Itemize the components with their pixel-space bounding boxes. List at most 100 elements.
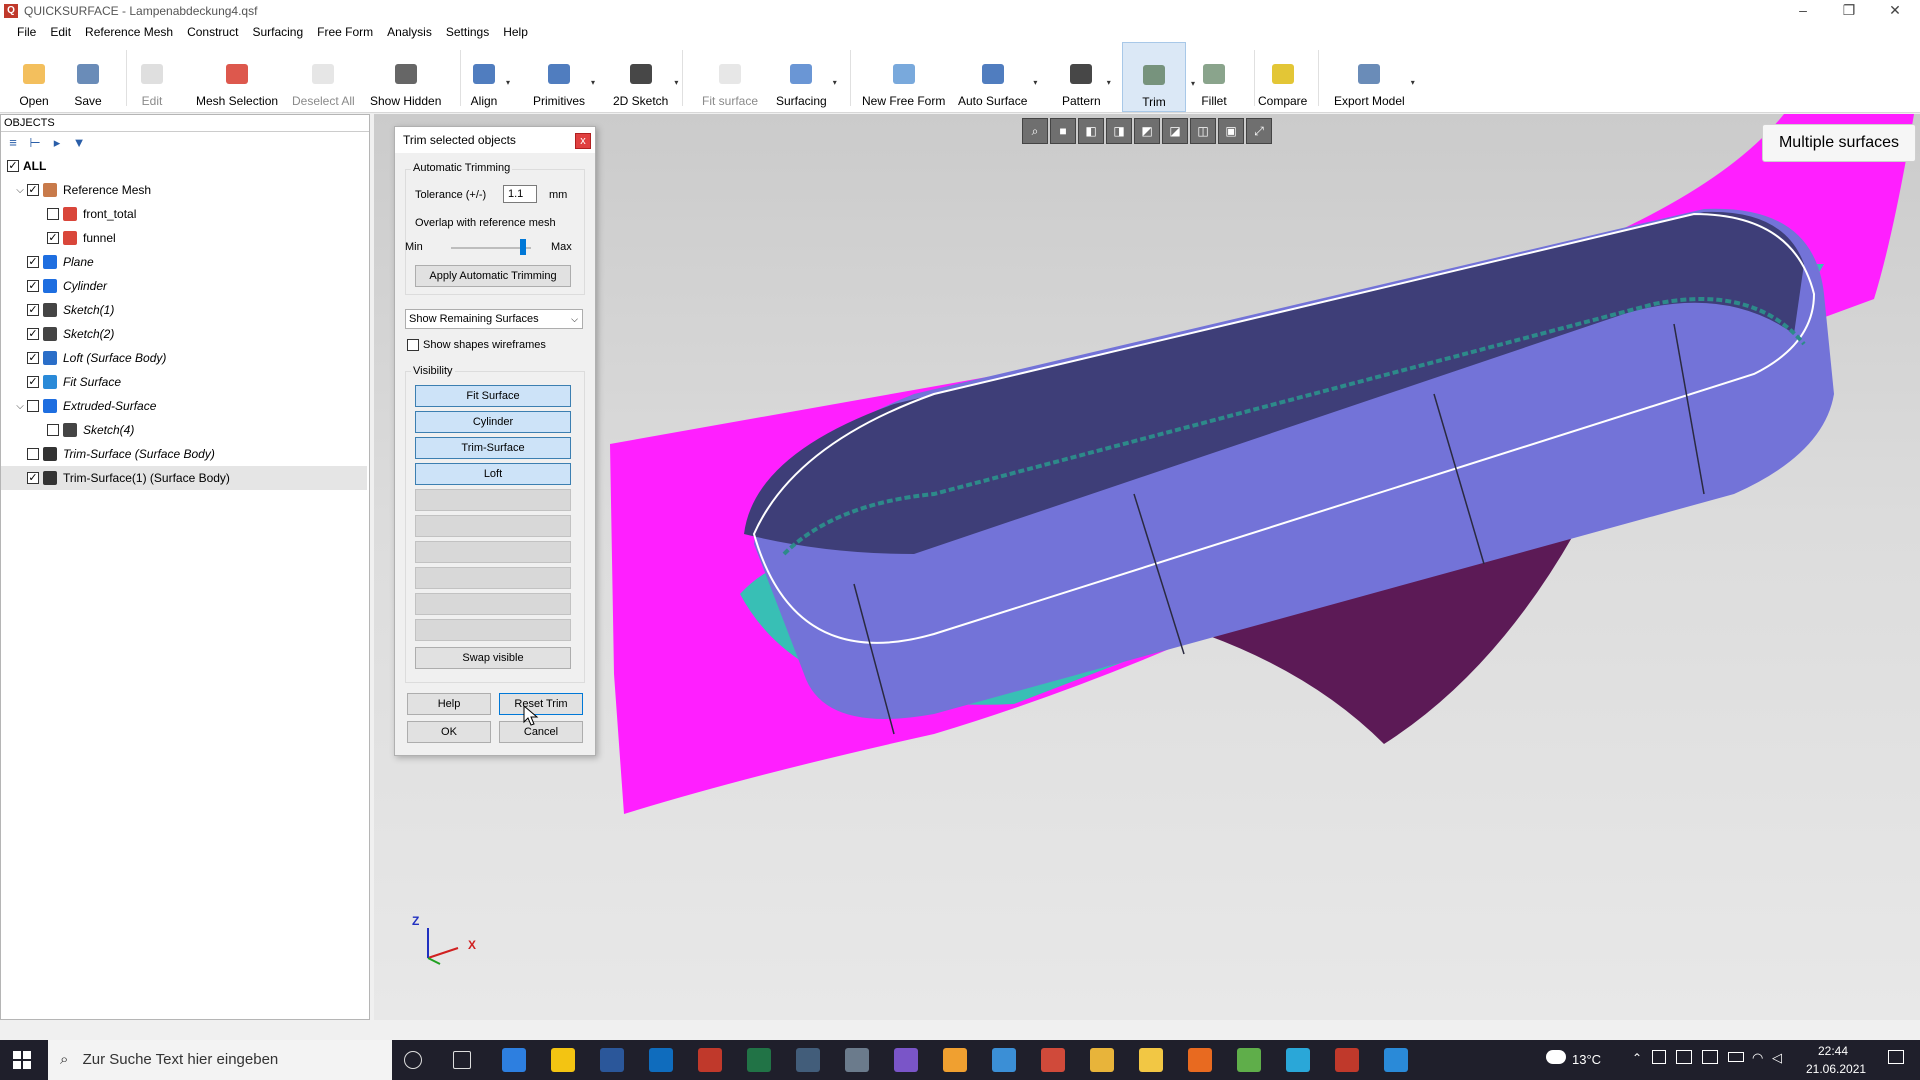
toolbar-export-model-button[interactable]: Export Model ▾	[1334, 42, 1415, 112]
tree-item[interactable]: ⌵ Extruded-Surface	[1, 394, 367, 418]
clock-date[interactable]: 21.06.2021	[1806, 1062, 1866, 1076]
taskbar-search[interactable]: ⌕ Zur Suche Text hier eingeben	[48, 1040, 392, 1080]
dropdown-arrow-icon[interactable]: ▾	[674, 78, 678, 87]
dropdown-arrow-icon[interactable]: ▾	[506, 78, 510, 87]
phone-icon[interactable]	[502, 1048, 526, 1072]
filter-icon[interactable]: ▼	[71, 136, 87, 150]
wireframes-option[interactable]: Show shapes wireframes	[407, 339, 546, 351]
c-app-icon[interactable]	[1286, 1048, 1310, 1072]
swap-visible-button[interactable]: Swap visible	[415, 647, 571, 669]
tree-item[interactable]: ✓ ALL	[1, 154, 367, 178]
word-icon[interactable]	[600, 1048, 624, 1072]
model-render[interactable]	[374, 114, 1920, 1020]
volume-icon[interactable]: ◁	[1772, 1050, 1782, 1066]
menu-reference-mesh[interactable]: Reference Mesh	[78, 22, 180, 42]
restore-button[interactable]: ❐	[1826, 0, 1872, 22]
dropdown-arrow-icon[interactable]: ▾	[1033, 78, 1037, 87]
tree-item[interactable]: ✓ Loft (Surface Body)	[1, 346, 367, 370]
toolbar-save-button[interactable]: Save	[72, 42, 104, 112]
toolbar-show-hidden-button[interactable]: Show Hidden	[370, 42, 441, 112]
3d-viewport[interactable]	[374, 114, 1920, 1020]
wifi-icon[interactable]: ◠	[1752, 1050, 1763, 1066]
notes-icon[interactable]	[943, 1048, 967, 1072]
view-button-5[interactable]: ◪	[1162, 118, 1188, 144]
dropdown-arrow-icon[interactable]: ▾	[1107, 78, 1111, 87]
toolbar-fit-surface-button[interactable]: Fit surface	[702, 42, 758, 112]
tree-item-checkbox[interactable]: ✓	[27, 256, 39, 268]
ok-button[interactable]: OK	[407, 721, 491, 743]
reset-trim-button[interactable]: Reset Trim	[499, 693, 583, 715]
bird-icon[interactable]	[992, 1048, 1016, 1072]
menu-file[interactable]: File	[10, 22, 43, 42]
norton-icon[interactable]	[551, 1048, 575, 1072]
dropdown-arrow-icon[interactable]: ▾	[1411, 78, 1415, 87]
toolbar-trim-button[interactable]: Trim ▾	[1122, 42, 1195, 112]
list-view-icon[interactable]: ≡	[5, 136, 21, 150]
menu-free-form[interactable]: Free Form	[310, 22, 380, 42]
toolbar-surfacing-button[interactable]: Surfacing ▾	[776, 42, 837, 112]
close-button[interactable]: ✕	[1872, 0, 1918, 22]
tray-icon-2[interactable]	[1676, 1050, 1692, 1064]
visibility-fit-surface-button[interactable]: Fit Surface	[415, 385, 571, 407]
tree-item[interactable]: Trim-Surface (Surface Body)	[1, 442, 367, 466]
view-button-6[interactable]: ◫	[1190, 118, 1216, 144]
toolbar-pattern-button[interactable]: Pattern ▾	[1062, 42, 1111, 112]
show-surfaces-select[interactable]: Show Remaining Surfaces ⌵	[405, 309, 583, 329]
help-button[interactable]: Help	[407, 693, 491, 715]
menu-settings[interactable]: Settings	[439, 22, 496, 42]
tree-item[interactable]: ⌵ ✓ Reference Mesh	[1, 178, 367, 202]
tolerance-input[interactable]	[503, 185, 537, 203]
dropdown-arrow-icon[interactable]: ▾	[833, 78, 837, 87]
toolbar-open-button[interactable]: Open	[18, 42, 50, 112]
tree-item-checkbox[interactable]: ✓	[27, 184, 39, 196]
windows-start-icon[interactable]	[12, 1050, 32, 1070]
tree-item[interactable]: ✓ Sketch(2)	[1, 322, 367, 346]
dropdown-arrow-icon[interactable]: ▾	[1191, 79, 1195, 88]
blue-app-icon[interactable]	[1384, 1048, 1408, 1072]
view-button-3[interactable]: ◨	[1106, 118, 1132, 144]
expand-chevron-icon[interactable]: ⌵	[13, 401, 27, 412]
tree-item-checkbox[interactable]	[47, 424, 59, 436]
minimize-button[interactable]: –	[1780, 0, 1826, 22]
tree-item-checkbox[interactable]	[47, 208, 59, 220]
explorer-icon[interactable]	[1139, 1048, 1163, 1072]
tree-item-checkbox[interactable]: ✓	[27, 280, 39, 292]
wireframes-checkbox[interactable]	[407, 339, 419, 351]
tree-item-checkbox[interactable]: ✓	[47, 232, 59, 244]
toolbar-mesh-selection-button[interactable]: Mesh Selection	[196, 42, 278, 112]
app-icon[interactable]	[845, 1048, 869, 1072]
forward-icon[interactable]: ▸	[49, 136, 65, 150]
menu-construct[interactable]: Construct	[180, 22, 245, 42]
tree-item-checkbox[interactable]: ✓	[27, 352, 39, 364]
toolbar-fillet-button[interactable]: Fillet	[1198, 42, 1230, 112]
view-button-0[interactable]: ⌕	[1022, 118, 1048, 144]
view-button-8[interactable]: ⤢	[1246, 118, 1272, 144]
quicksurface-icon[interactable]	[1335, 1048, 1359, 1072]
cortana-icon[interactable]	[404, 1051, 422, 1069]
steam-icon[interactable]	[796, 1048, 820, 1072]
apply-auto-trim-button[interactable]: Apply Automatic Trimming	[415, 265, 571, 287]
overlap-slider-track[interactable]	[451, 247, 531, 249]
excel-icon[interactable]	[747, 1048, 771, 1072]
visibility-cylinder-button[interactable]: Cylinder	[415, 411, 571, 433]
overlap-slider-thumb[interactable]	[520, 239, 526, 255]
tree-item[interactable]: ✓ Fit Surface	[1, 370, 367, 394]
tree-item-checkbox[interactable]	[27, 448, 39, 460]
toolbar-new-free-form-button[interactable]: New Free Form	[862, 42, 945, 112]
menu-help[interactable]: Help	[496, 22, 535, 42]
menu-surfacing[interactable]: Surfacing	[245, 22, 310, 42]
menu-analysis[interactable]: Analysis	[380, 22, 439, 42]
android-icon[interactable]	[1237, 1048, 1261, 1072]
tree-item-checkbox[interactable]: ✓	[27, 472, 39, 484]
slicer-icon[interactable]	[894, 1048, 918, 1072]
toolbar-edit-button[interactable]: Edit	[136, 42, 168, 112]
toolbar-deselect-all-button[interactable]: Deselect All	[292, 42, 355, 112]
tree-item-checkbox[interactable]: ✓	[7, 160, 19, 172]
view-button-7[interactable]: ▣	[1218, 118, 1244, 144]
search-app-icon[interactable]	[698, 1048, 722, 1072]
tree-item[interactable]: ✓ funnel	[1, 226, 367, 250]
toolbar-compare-button[interactable]: Compare	[1258, 42, 1307, 112]
tree-view-icon[interactable]: ⊢	[27, 136, 43, 150]
dialog-close-icon[interactable]: x	[575, 133, 591, 149]
tray-chevron-icon[interactable]: ⌃	[1632, 1051, 1642, 1065]
